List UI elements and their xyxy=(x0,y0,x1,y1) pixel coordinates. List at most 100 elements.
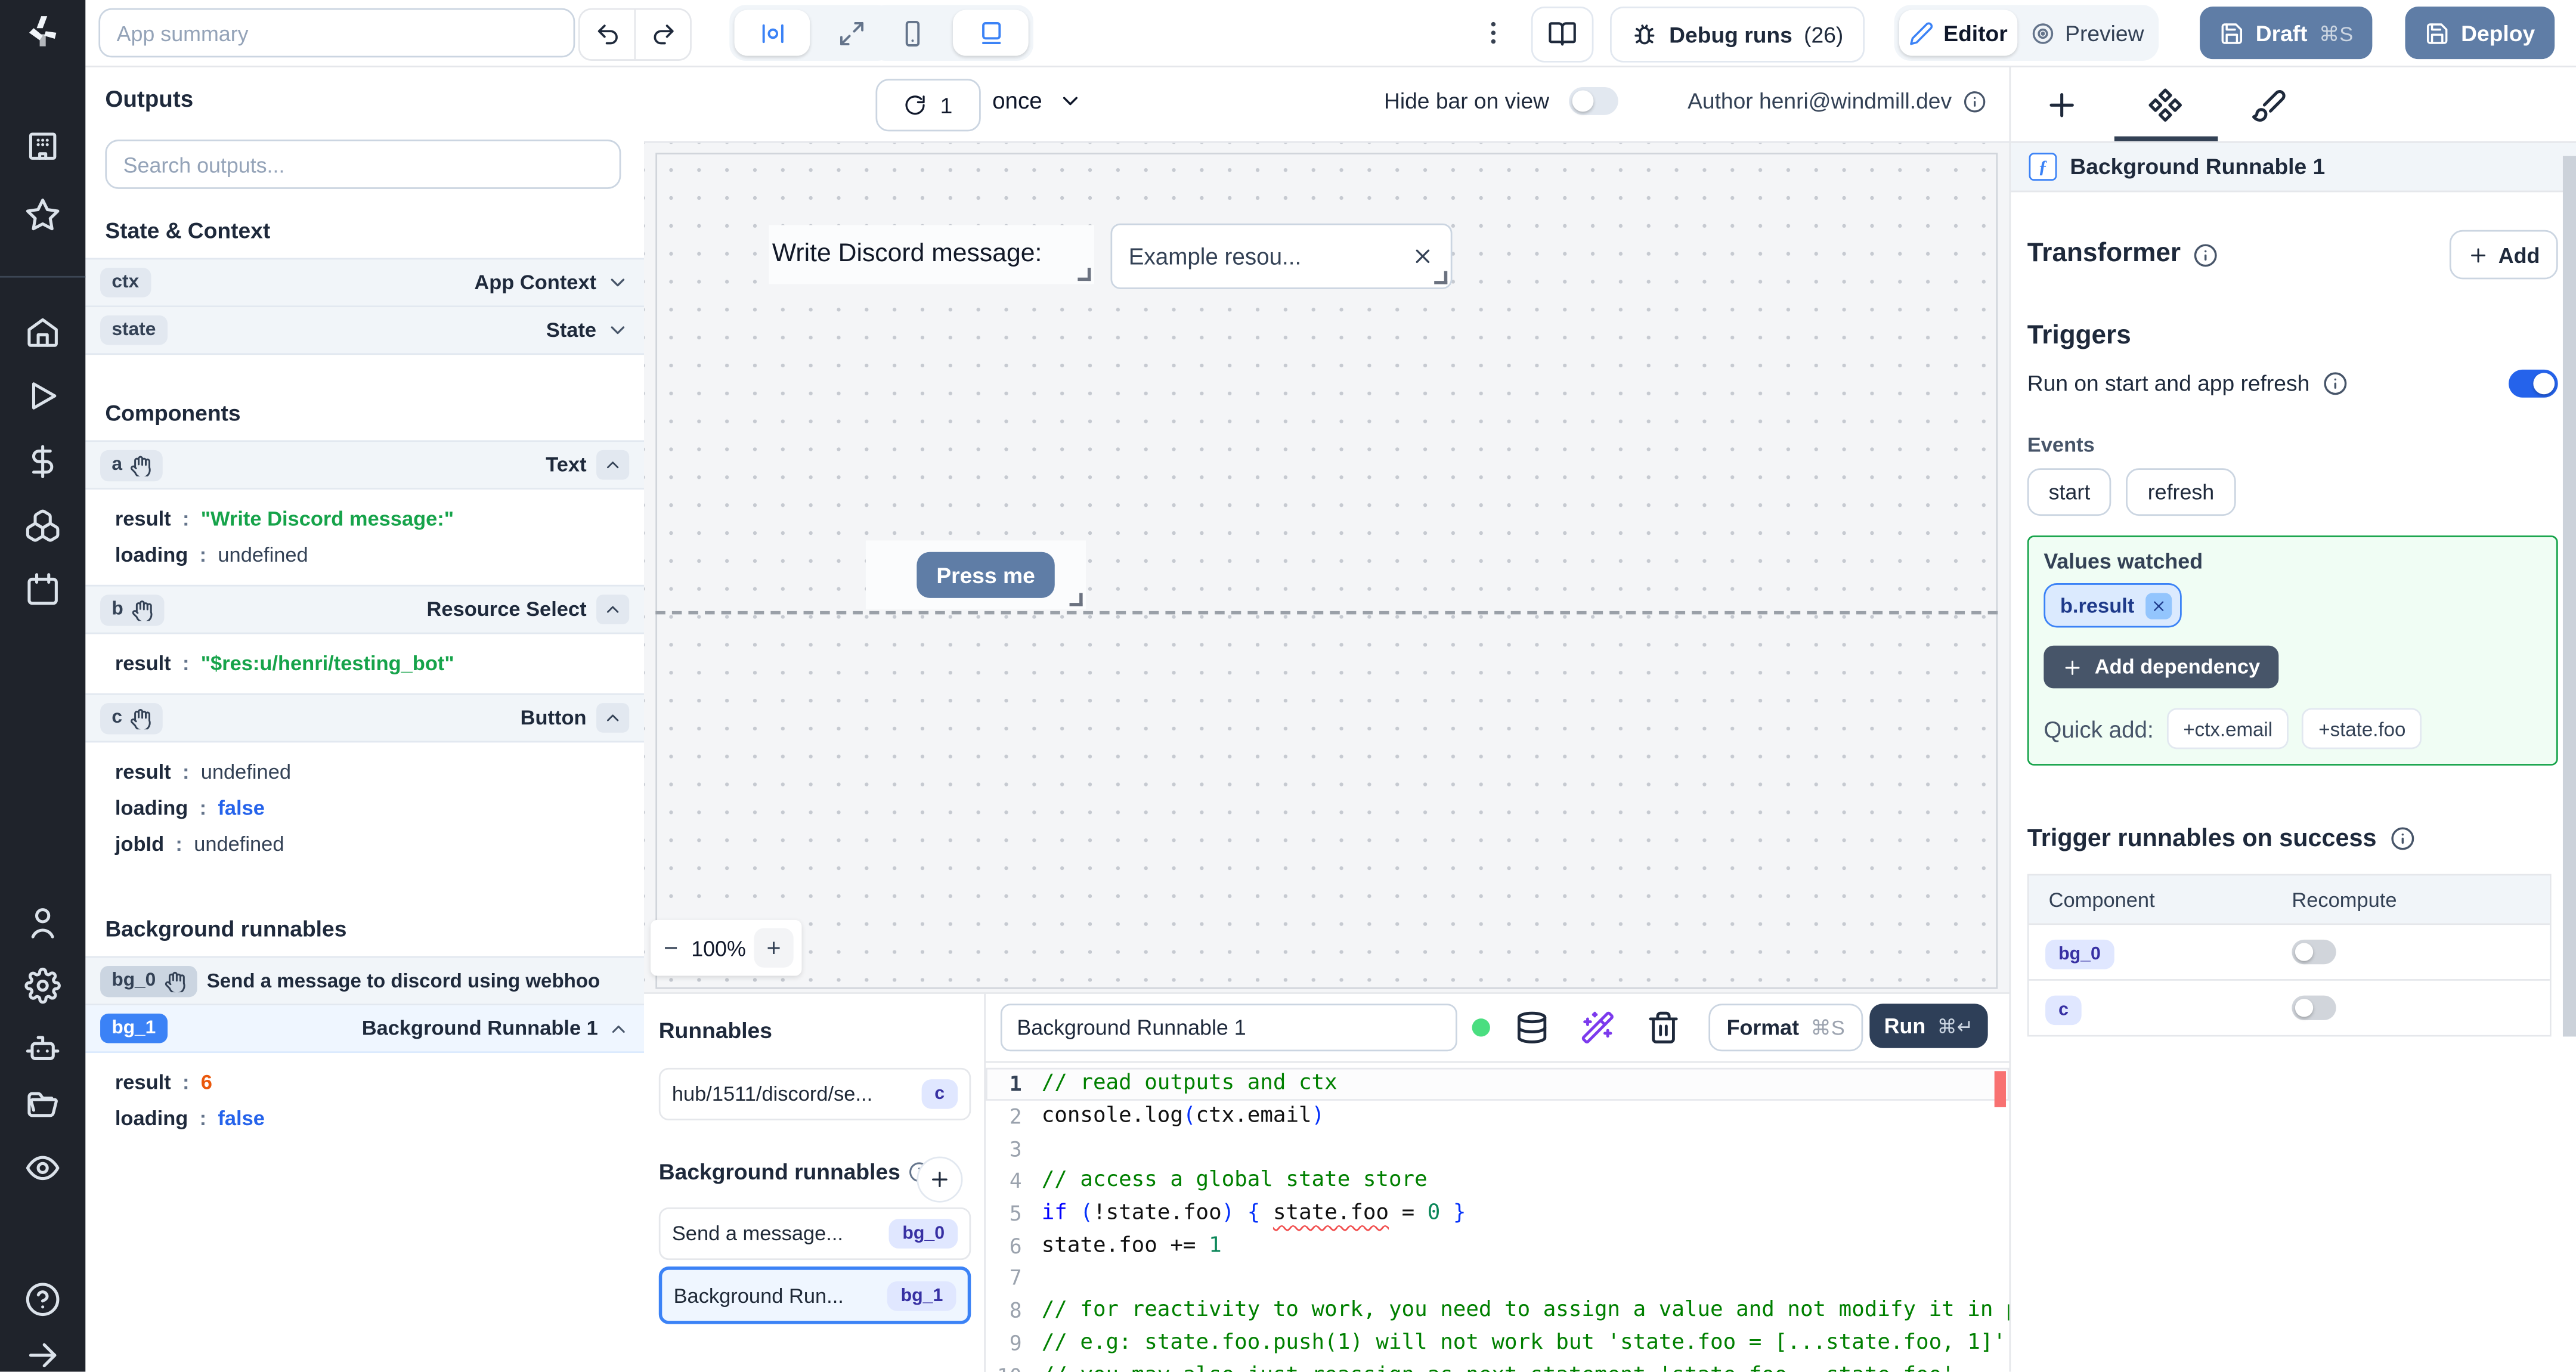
canvas-zoom-control: − 100% + xyxy=(651,919,802,976)
remove-watched-value-icon[interactable] xyxy=(2145,592,2172,619)
code-line[interactable]: 2 console.log(ctx.email) xyxy=(986,1100,2009,1132)
workspace-icon[interactable] xyxy=(24,128,61,165)
component-row-b[interactable]: b Resource Select xyxy=(85,584,644,634)
ai-wand-icon[interactable] xyxy=(1580,1010,1615,1045)
docs-book-button[interactable] xyxy=(1531,7,1594,63)
help-icon[interactable] xyxy=(24,1281,61,1318)
quick-add-state-foo[interactable]: +state.foo xyxy=(2302,708,2422,750)
desktop-view-button[interactable] xyxy=(952,10,1029,56)
background-runnable-row-bg0[interactable]: bg_0 Send a message to discord using web… xyxy=(85,956,644,1006)
recompute-toggle[interactable] xyxy=(2292,939,2336,965)
mobile-view-button[interactable] xyxy=(874,10,950,56)
canvas-resource-select-component[interactable]: Example resou... xyxy=(1110,223,1453,289)
event-pill-refresh[interactable]: refresh xyxy=(2126,468,2236,516)
panel-scrollbar[interactable] xyxy=(2562,156,2576,1037)
run-button[interactable]: Run ⌘↵ xyxy=(1869,1004,1988,1048)
code-line[interactable]: 1// read outputs and ctx xyxy=(986,1067,2010,1101)
event-pill-start[interactable]: start xyxy=(2027,468,2112,516)
schedules-calendar-icon[interactable] xyxy=(24,572,61,608)
favorites-star-icon[interactable] xyxy=(24,197,61,234)
canvas-text-component[interactable]: Write Discord message: xyxy=(769,225,1094,284)
delete-trash-icon[interactable] xyxy=(1646,1010,1681,1045)
chevron-down-icon[interactable] xyxy=(606,318,630,342)
variables-dollar-icon[interactable] xyxy=(24,444,61,480)
quick-add-ctx-email[interactable]: +ctx.email xyxy=(2166,708,2289,750)
format-button[interactable]: Format ⌘S xyxy=(1708,1004,1863,1052)
chevron-up-icon[interactable] xyxy=(596,703,630,733)
resources-boxes-icon[interactable] xyxy=(24,507,61,544)
component-badge[interactable]: c xyxy=(2045,995,2082,1024)
users-icon[interactable] xyxy=(24,905,61,941)
undo-button[interactable] xyxy=(580,10,634,60)
watched-value-chip[interactable]: b.result xyxy=(2044,583,2182,628)
refresh-count-button[interactable]: 1 xyxy=(875,79,981,132)
tab-editor[interactable]: Editor xyxy=(1899,10,2018,56)
runnable-card-bg1-selected[interactable]: Background Run... bg_1 xyxy=(658,1266,971,1324)
info-icon[interactable] xyxy=(2323,371,2347,396)
code-lines[interactable]: 1// read outputs and ctx 2 console.log(ctx… xyxy=(986,1063,2010,1372)
code-line[interactable]: 9// e.g: state.foo.push(1) will not work… xyxy=(986,1327,2009,1359)
runs-play-icon[interactable] xyxy=(24,378,61,414)
windmill-logo-icon[interactable] xyxy=(24,13,61,49)
draft-button[interactable]: Draft ⌘S xyxy=(2200,7,2373,60)
home-icon[interactable] xyxy=(24,314,61,350)
recompute-toggle[interactable] xyxy=(2292,995,2336,1020)
folders-icon[interactable] xyxy=(24,1089,61,1126)
component-row-a[interactable]: a Text xyxy=(85,440,644,490)
code-line[interactable]: 5 if (!state.foo) { state.foo = 0 } xyxy=(986,1197,2009,1229)
clear-selection-icon[interactable] xyxy=(1411,245,1435,268)
app-summary-input[interactable] xyxy=(98,8,575,58)
tab-preview[interactable]: Preview xyxy=(2021,10,2154,56)
output-row-state[interactable]: state State xyxy=(85,307,644,355)
resize-handle[interactable] xyxy=(1069,593,1083,606)
workers-robot-icon[interactable] xyxy=(24,1030,61,1066)
chevron-up-icon[interactable] xyxy=(608,1018,629,1039)
code-line[interactable]: 7 xyxy=(986,1262,2009,1294)
code-line[interactable]: 4// access a global state store xyxy=(986,1165,2009,1197)
chevron-up-icon[interactable] xyxy=(596,450,630,480)
search-outputs-input[interactable] xyxy=(105,140,621,189)
hide-bar-toggle[interactable] xyxy=(1569,87,1618,115)
add-transformer-button[interactable]: Add xyxy=(2449,230,2558,280)
output-row-ctx[interactable]: ctx App Context xyxy=(85,258,644,308)
chevron-down-icon[interactable] xyxy=(606,271,630,295)
chevron-up-icon[interactable] xyxy=(596,594,630,624)
info-icon[interactable] xyxy=(2194,242,2218,267)
run-on-start-toggle[interactable] xyxy=(2509,369,2558,398)
resize-handle[interactable] xyxy=(1078,268,1091,281)
center-layout-button[interactable] xyxy=(734,10,810,56)
zoom-out-button[interactable]: − xyxy=(659,934,683,962)
audit-eye-icon[interactable] xyxy=(24,1150,61,1187)
canvas-button-component[interactable]: Press me xyxy=(865,540,1086,610)
code-line[interactable]: 6 state.foo += 1 xyxy=(986,1229,2009,1262)
info-icon[interactable] xyxy=(2390,826,2414,851)
zoom-in-button[interactable]: + xyxy=(754,928,794,968)
code-line[interactable]: 3 xyxy=(986,1132,2009,1165)
app-canvas[interactable]: Write Discord message: Example resou... … xyxy=(643,143,2010,993)
tab-styling-brush-icon[interactable] xyxy=(2250,87,2287,123)
app-height-dashed-boundary[interactable] xyxy=(655,611,1998,615)
collapse-arrow-icon[interactable] xyxy=(24,1337,61,1372)
runnable-card-bg0[interactable]: Send a message... bg_0 xyxy=(658,1207,971,1260)
settings-gear-icon[interactable] xyxy=(24,967,61,1004)
component-badge[interactable]: bg_0 xyxy=(2045,939,2114,969)
code-line[interactable]: 8// for reactivity to work, you need to … xyxy=(986,1294,2010,1327)
tab-insert-plus-icon[interactable] xyxy=(2044,87,2080,123)
debug-runs-button[interactable]: Debug runs (26) xyxy=(1609,7,1865,63)
info-icon[interactable] xyxy=(1963,89,1986,113)
cache-database-icon[interactable] xyxy=(1515,1010,1549,1045)
code-line[interactable]: 10// you may also just reassign as next … xyxy=(986,1359,2009,1372)
component-row-c[interactable]: c Button xyxy=(85,693,644,743)
resize-handle[interactable] xyxy=(1434,271,1448,284)
more-menu-button[interactable] xyxy=(1475,13,1512,52)
background-runnable-row-bg1[interactable]: bg_1 Background Runnable 1 xyxy=(85,1005,644,1054)
runnable-card-hub[interactable]: hub/1511/discord/se... c xyxy=(658,1067,971,1120)
add-background-runnable-button[interactable] xyxy=(917,1156,963,1203)
deploy-button[interactable]: Deploy xyxy=(2405,7,2555,60)
tab-component-settings-icon[interactable] xyxy=(2147,87,2184,123)
schedule-mode-dropdown[interactable]: once xyxy=(992,87,1083,113)
press-me-button[interactable]: Press me xyxy=(917,552,1055,598)
redo-button[interactable] xyxy=(634,10,690,60)
add-dependency-button[interactable]: Add dependency xyxy=(2044,645,2278,689)
runnable-name-input[interactable] xyxy=(1000,1004,1457,1052)
